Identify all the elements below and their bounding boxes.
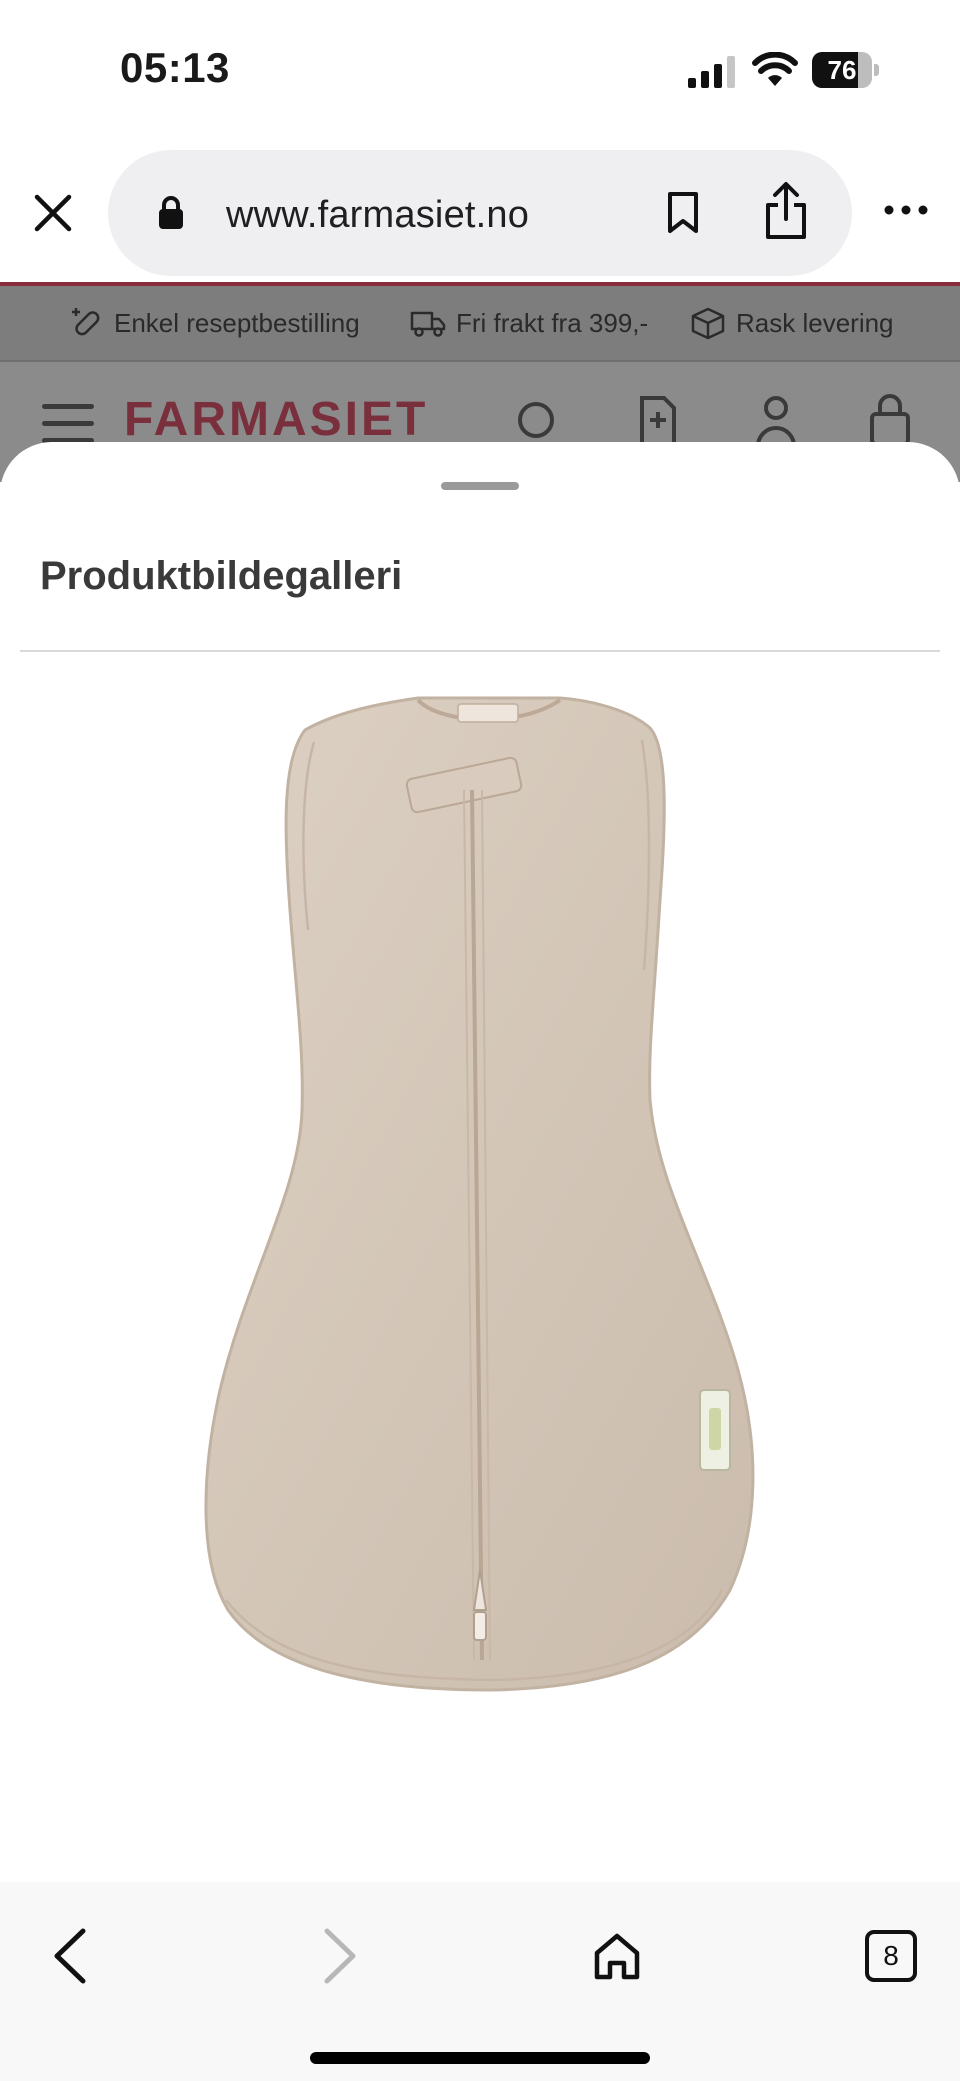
usp-item-prescription: Enkel reseptbestilling: [70, 286, 360, 360]
swaddle-sleep-sack-image[interactable]: [190, 670, 770, 1700]
browser-toolbar: 8: [0, 1882, 960, 2081]
usp-label: Fri frakt fra 399,-: [456, 307, 649, 338]
bookmark-button[interactable]: [654, 184, 712, 242]
tabs-icon: 8: [865, 1930, 917, 1982]
usp-label: Rask levering: [736, 307, 894, 338]
url-text[interactable]: www.farmasiet.no: [226, 194, 529, 237]
search-icon[interactable]: [514, 390, 562, 450]
battery-body: 76: [812, 52, 872, 88]
tabs-button[interactable]: 8: [856, 1916, 926, 1996]
home-button[interactable]: [582, 1916, 652, 1996]
truck-icon: [410, 311, 446, 337]
site-logo[interactable]: FARMASIET: [124, 392, 428, 447]
usp-item-delivery: Rask levering: [690, 286, 894, 360]
back-icon: [54, 1928, 86, 1984]
sheet-drag-handle[interactable]: [441, 482, 519, 490]
more-icon: [884, 205, 928, 215]
forward-icon: [324, 1928, 356, 1984]
usp-label: Enkel reseptbestilling: [114, 307, 360, 338]
sheet-divider: [20, 650, 940, 652]
usp-item-shipping: Fri frakt fra 399,-: [410, 286, 648, 360]
back-button[interactable]: [34, 1916, 104, 1996]
battery-icon: 76: [812, 52, 880, 88]
usp-bar: Enkel reseptbestilling Fri frakt fra 399…: [0, 286, 960, 362]
forward-button[interactable]: [306, 1916, 376, 1996]
status-time: 05:13: [120, 44, 230, 91]
prescription-pill-icon: [72, 308, 100, 336]
image-gallery-sheet: Produktbildegalleri: [0, 442, 960, 1882]
close-button[interactable]: [26, 186, 80, 240]
status-bar: 05:13 76: [0, 0, 960, 140]
browser-bar: www.farmasiet.no: [0, 140, 960, 282]
sheet-title: Produktbildegalleri: [40, 554, 403, 598]
home-icon: [594, 1933, 640, 1980]
more-button[interactable]: [876, 190, 936, 230]
battery-cap: [874, 64, 879, 76]
wifi-icon: [752, 52, 798, 86]
share-icon: [766, 182, 806, 239]
close-icon: [34, 194, 72, 232]
bookmark-icon: [668, 192, 698, 233]
menu-icon[interactable]: [42, 404, 94, 444]
cart-icon[interactable]: [866, 390, 914, 450]
prescription-icon[interactable]: [634, 390, 682, 450]
address-bar[interactable]: www.farmasiet.no: [108, 150, 852, 276]
home-indicator: [310, 2052, 650, 2064]
share-button[interactable]: [756, 176, 816, 246]
signal-icon: [688, 56, 735, 88]
battery-level: 76: [827, 55, 857, 85]
lock-icon: [159, 196, 183, 229]
account-icon[interactable]: [752, 390, 800, 450]
tab-count: 8: [883, 1940, 899, 1971]
package-icon: [691, 307, 725, 340]
